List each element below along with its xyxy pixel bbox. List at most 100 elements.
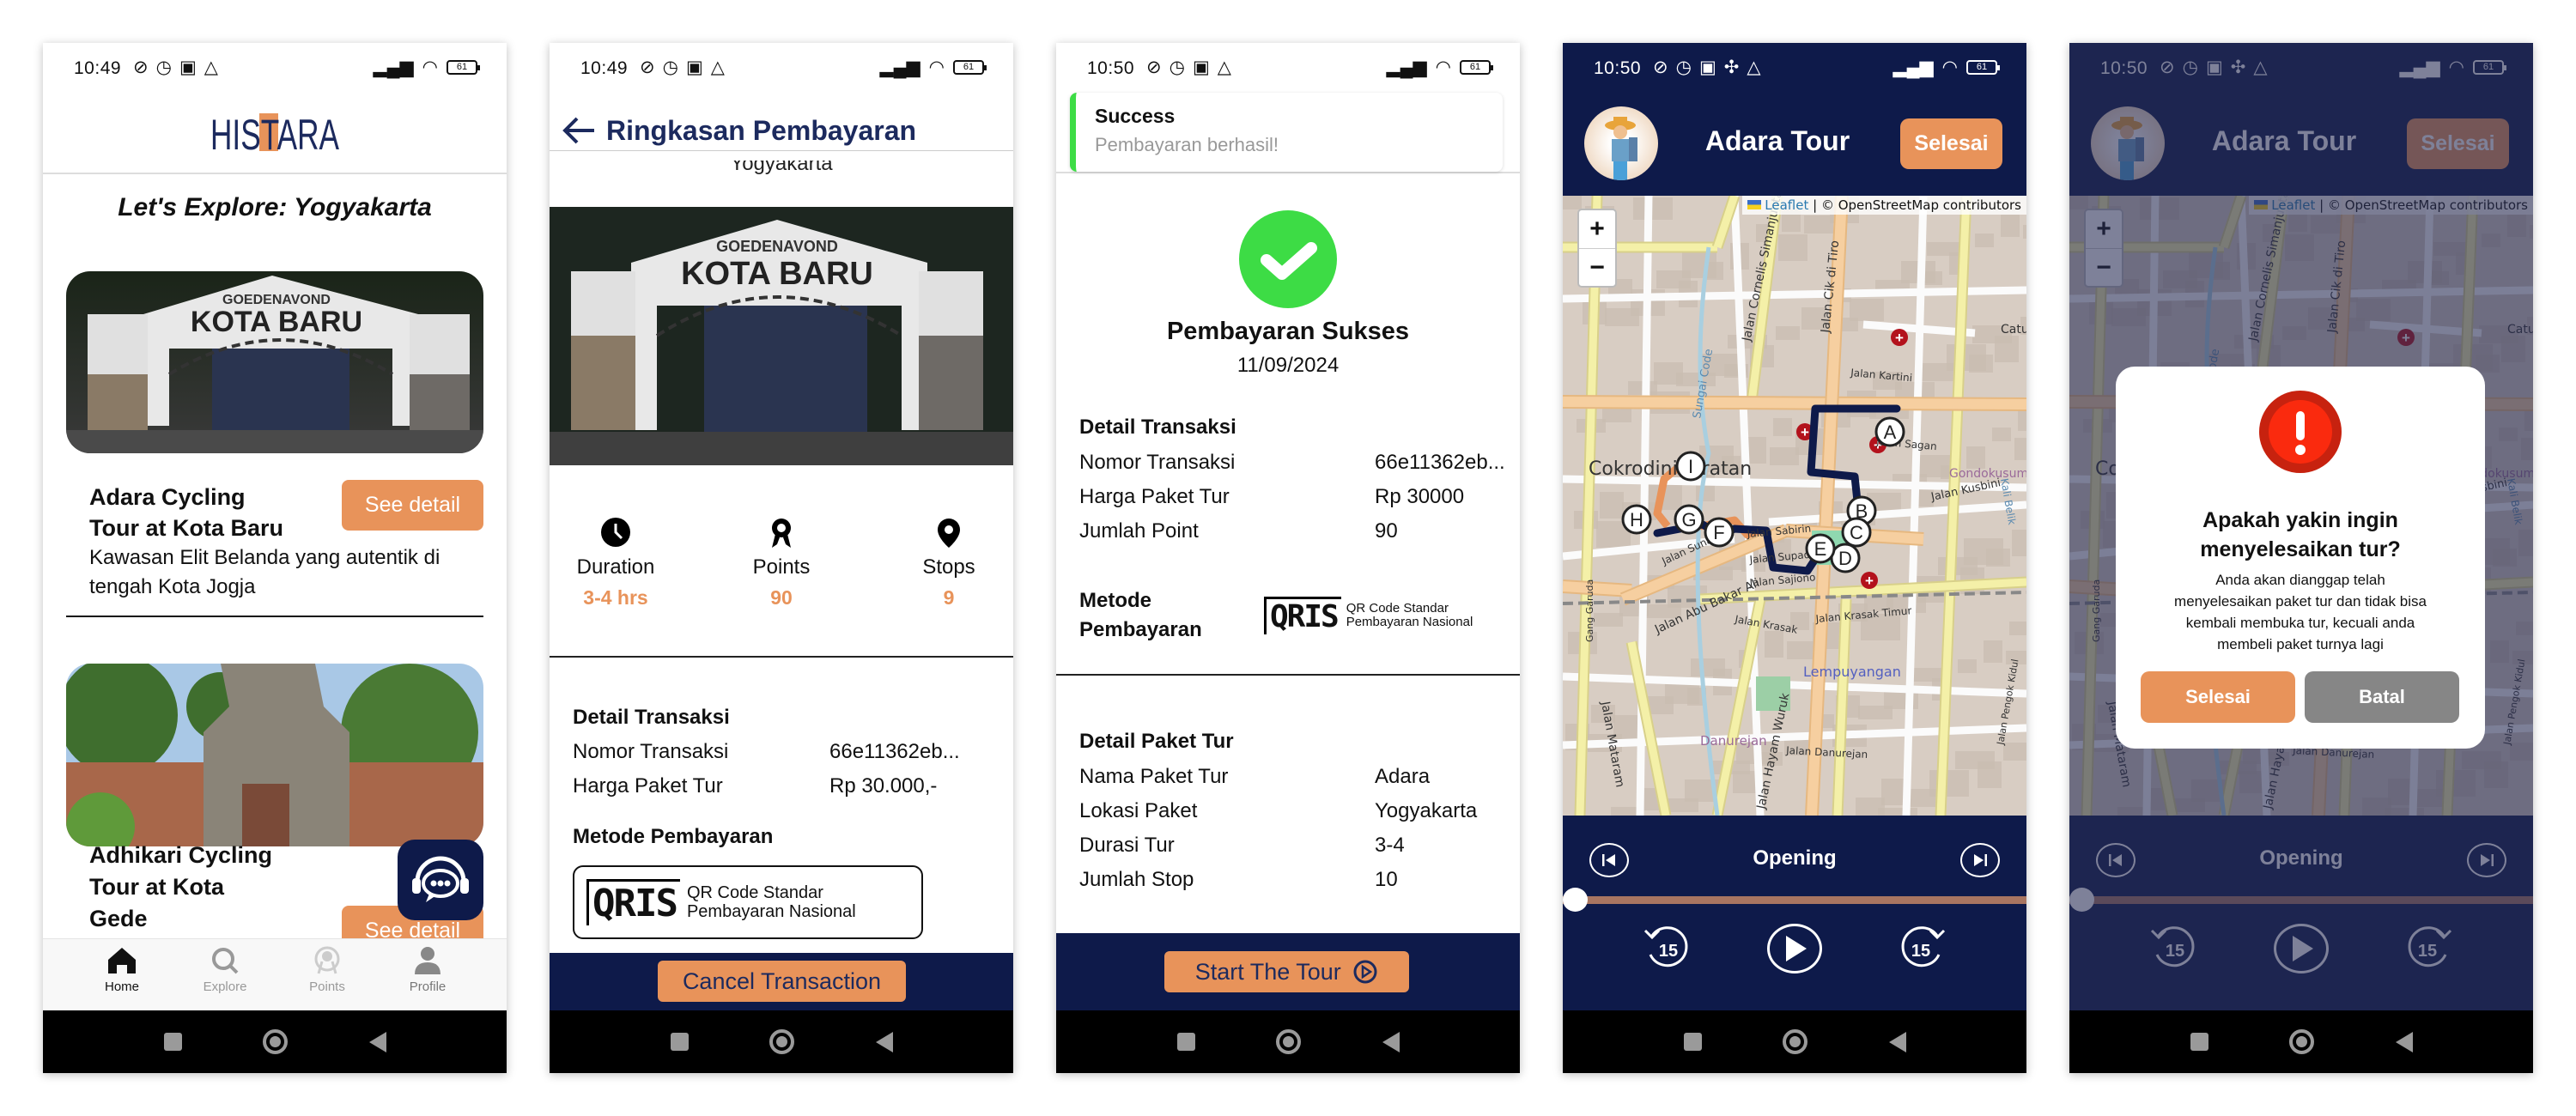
audio-progress-slider[interactable] bbox=[1563, 896, 2026, 904]
track-title: Opening bbox=[1753, 846, 1837, 870]
home-button[interactable] bbox=[1276, 1029, 1301, 1054]
stat-label: Stops bbox=[922, 555, 975, 579]
see-detail-button[interactable]: See detail bbox=[342, 480, 483, 531]
home-button[interactable] bbox=[1783, 1029, 1807, 1054]
section-heading: Metode Pembayaran bbox=[1079, 586, 1202, 645]
tour-card-title: Adara Cycling Tour at Kota Baru bbox=[89, 482, 283, 543]
message-line: menyelesaikan paket tur dan tidak bisa bbox=[2174, 593, 2427, 610]
nav-item-home[interactable]: Home bbox=[88, 946, 156, 994]
nav-item-profile[interactable]: Profile bbox=[393, 946, 462, 994]
qris-line: QR Code Standar bbox=[686, 883, 823, 902]
recents-button[interactable] bbox=[2190, 1033, 2208, 1051]
map-canvas[interactable]: ++++CokrodiningratanJalan Cornelis Siman… bbox=[1563, 196, 2026, 816]
play-button[interactable] bbox=[1767, 924, 1822, 973]
map-building bbox=[1978, 761, 2002, 788]
tour-photo: GOEDENAVOND KOTA BARU bbox=[550, 207, 1013, 465]
back-button[interactable] bbox=[1382, 1032, 1400, 1052]
hospital-icon: + bbox=[1801, 424, 1809, 440]
message-line: Anda akan dianggap telah bbox=[2215, 572, 2385, 588]
status-time: 10:49 bbox=[580, 58, 629, 78]
home-button[interactable] bbox=[2289, 1029, 2314, 1054]
back-button[interactable] bbox=[1889, 1032, 1906, 1052]
row-label: Harga Paket Tur bbox=[573, 774, 723, 798]
map-building bbox=[1969, 355, 1993, 373]
mute-icon: ⊘ bbox=[1653, 58, 1668, 77]
map-building bbox=[1992, 428, 2011, 441]
back-button[interactable] bbox=[876, 1032, 893, 1052]
map-label: Lempuyangan bbox=[1803, 664, 1901, 680]
drive-icon: △ bbox=[1747, 58, 1761, 77]
tour-card-image[interactable]: GOEDENAVOND KOTA BARU bbox=[66, 271, 483, 453]
recents-button[interactable] bbox=[164, 1033, 182, 1051]
medal-icon bbox=[314, 946, 340, 974]
tour-map[interactable]: ++++CokrodiningratanJalan Cornelis Siman… bbox=[1563, 196, 2026, 816]
tour-card-description: Kawasan Elit Belanda yang autentik di te… bbox=[89, 543, 440, 602]
medal-icon bbox=[772, 519, 791, 548]
success-toast[interactable]: Success Pembayaran berhasil! bbox=[1070, 93, 1503, 172]
nav-item-points[interactable]: Points bbox=[293, 946, 361, 994]
forward-button[interactable]: 15 bbox=[1896, 924, 1947, 976]
photo-sign-main: KOTA BARU bbox=[191, 306, 362, 338]
zoom-in-button[interactable]: + bbox=[1579, 210, 1615, 249]
button-label: Start The Tour bbox=[1194, 959, 1341, 985]
back-button[interactable] bbox=[562, 115, 596, 150]
section-heading: Detail Paket Tur bbox=[1079, 730, 1234, 753]
transaction-number: 66e11362eb... bbox=[829, 740, 960, 763]
map-road-primary bbox=[1563, 581, 1632, 596]
map-building bbox=[1966, 446, 1985, 469]
row-value: 3-4 bbox=[1375, 834, 1405, 857]
status-bar: 10:50 ⊘ ◷ ▣ △ ▂▄▆ ◠ 61 bbox=[1056, 43, 1520, 96]
section-heading: Detail Transaksi bbox=[573, 706, 730, 729]
map-building bbox=[2001, 215, 2020, 237]
map-building bbox=[1773, 418, 1792, 436]
heading-line: Pembayaran bbox=[1079, 618, 1202, 641]
wifi-icon: ◠ bbox=[422, 58, 438, 77]
status-time: 10:50 bbox=[1594, 58, 1642, 78]
cancel-dialog-button[interactable]: Batal bbox=[2305, 671, 2459, 723]
row-label: Jumlah Point bbox=[1079, 519, 1199, 543]
map-label: Danurejan bbox=[1700, 733, 1767, 749]
section-divider bbox=[1056, 674, 1520, 676]
home-button[interactable] bbox=[263, 1029, 288, 1054]
recents-button[interactable] bbox=[671, 1033, 689, 1051]
map-building bbox=[1804, 215, 1833, 234]
next-track-button[interactable] bbox=[1960, 843, 2000, 877]
back-button[interactable] bbox=[2396, 1032, 2413, 1052]
support-chat-button[interactable] bbox=[398, 840, 483, 920]
cancel-transaction-button[interactable]: Cancel Transaction bbox=[658, 961, 906, 1002]
map-building bbox=[1563, 196, 1582, 209]
battery-icon: 61 bbox=[447, 60, 480, 75]
row-label: Harga Paket Tur bbox=[1079, 485, 1230, 508]
title-line: Apakah yakin ingin bbox=[2202, 508, 2398, 532]
screen-home: 10:49 ⊘ ◷ ▣ △ ▂▄▆ ◠ 61 HISTARA Let's Explore:… bbox=[43, 43, 507, 1073]
attribution-text: | © OpenStreetMap contributors bbox=[1813, 197, 2021, 213]
home-button[interactable] bbox=[769, 1029, 794, 1054]
recents-button[interactable] bbox=[1177, 1033, 1195, 1051]
nav-item-explore[interactable]: Explore bbox=[191, 946, 259, 994]
finish-tour-button[interactable]: Selesai bbox=[1900, 118, 2002, 169]
zoom-out-button[interactable]: − bbox=[1579, 249, 1615, 287]
rewind-button[interactable]: 15 bbox=[1642, 924, 1693, 976]
play-icon bbox=[1786, 936, 1807, 961]
dialog-message: Anda akan dianggap telah menyelesaikan pa… bbox=[2116, 569, 2485, 655]
tour-card-image[interactable] bbox=[66, 664, 483, 846]
payment-method-qris[interactable]: QRIS QR Code Standar Pembayaran Nasional bbox=[573, 865, 923, 939]
leaflet-link[interactable]: Leaflet bbox=[1765, 197, 1808, 213]
logo-text: HISTARA bbox=[210, 111, 339, 156]
header-divider bbox=[550, 150, 1013, 151]
row-label: Nomor Transaksi bbox=[1079, 451, 1236, 474]
confirm-finish-button[interactable]: Selesai bbox=[2141, 671, 2295, 723]
notification-icons: ⊘ ◷ ▣ △ bbox=[133, 57, 218, 78]
recents-button[interactable] bbox=[1684, 1033, 1702, 1051]
photo-sign-top: GOEDENAVOND bbox=[716, 238, 838, 255]
map-building bbox=[1778, 234, 1807, 261]
map-attribution: Leaflet | © OpenStreetMap contributors bbox=[1742, 196, 2026, 215]
map-building bbox=[1765, 631, 1783, 658]
back-button[interactable] bbox=[369, 1032, 386, 1052]
start-tour-button[interactable]: Start The Tour bbox=[1164, 951, 1409, 992]
row-label: Jumlah Stop bbox=[1079, 868, 1194, 891]
title-line: menyelesaikan tur? bbox=[2200, 537, 2401, 561]
progress-thumb[interactable] bbox=[1563, 888, 1588, 912]
nav-label: Points bbox=[309, 980, 345, 994]
previous-track-button[interactable] bbox=[1589, 843, 1629, 877]
